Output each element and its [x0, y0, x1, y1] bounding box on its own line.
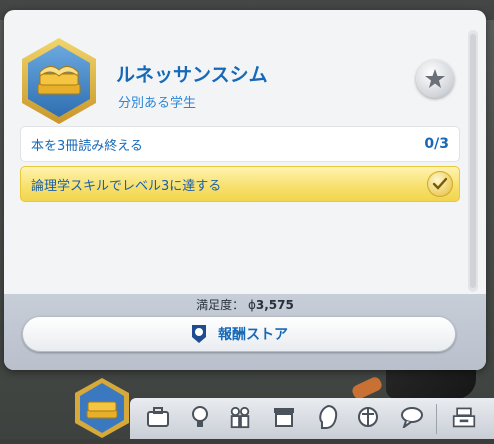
scrollbar[interactable]	[468, 30, 478, 292]
books-icon	[22, 38, 96, 124]
aspiration-icon	[75, 378, 129, 438]
motives-icon[interactable]	[356, 404, 380, 430]
relationships-icon[interactable]	[228, 404, 252, 430]
task-label: 論理学スキルでレベル3に達する	[31, 178, 222, 194]
sim-shoe	[350, 375, 384, 401]
checkmark-icon	[427, 171, 453, 197]
task-item-completed[interactable]: 論理学スキルでレベル3に達する	[20, 166, 460, 202]
satisfaction-readout: 満足度： ϕ3,575	[4, 296, 486, 313]
satisfaction-label: 満足度：	[196, 298, 245, 312]
milestone-name: 分別ある学生	[118, 96, 197, 111]
career-icon[interactable]	[146, 404, 170, 430]
star-medal-button[interactable]	[416, 60, 454, 98]
dock-divider	[436, 404, 437, 434]
aspiration-title: ルネッサンスシム	[116, 64, 268, 86]
household-funds-icon[interactable]	[452, 404, 476, 430]
aspiration-panel: ルネッサンスシム 分別ある学生 本を3冊読み終える 0/3 論理学スキルでレベル…	[4, 10, 486, 370]
sim-profile-icon[interactable]	[316, 404, 340, 430]
star-medal-icon	[425, 69, 445, 88]
skills-icon[interactable]	[188, 404, 212, 430]
reward-store-icon	[192, 325, 206, 343]
task-item[interactable]: 本を3冊読み終える 0/3	[20, 126, 460, 162]
satisfaction-value: 3,575	[255, 298, 294, 312]
reward-store-label: 報酬ストア	[218, 327, 288, 343]
task-progress: 0/3	[424, 136, 449, 152]
aspiration-tab[interactable]	[72, 376, 132, 440]
scroll-thumb[interactable]	[470, 34, 476, 288]
reward-store-button[interactable]: 報酬ストア	[22, 316, 456, 352]
task-label: 本を3冊読み終える	[31, 138, 143, 154]
sim-info-dock	[130, 398, 494, 439]
inventory-icon[interactable]	[272, 404, 296, 430]
aspiration-badge	[18, 36, 100, 126]
simoleon-satisfaction-icon: ϕ	[247, 298, 256, 312]
social-icon[interactable]	[400, 404, 424, 430]
